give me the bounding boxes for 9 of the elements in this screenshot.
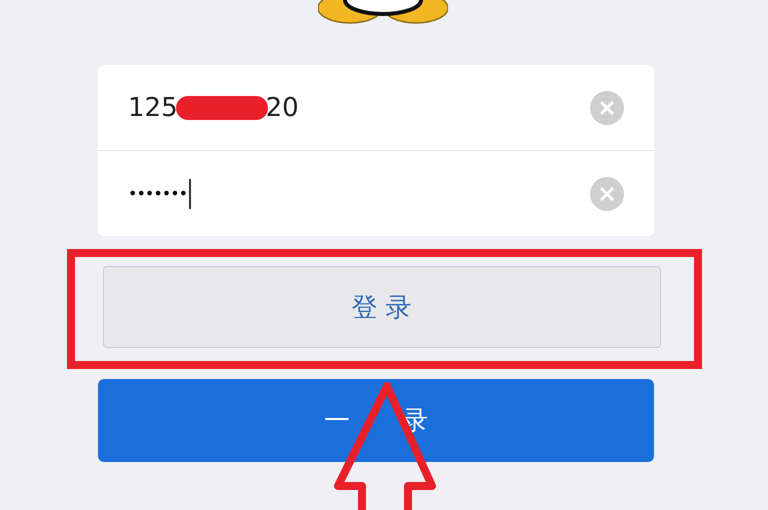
- clear-icon[interactable]: [590, 90, 624, 124]
- account-text-start: 125: [128, 92, 178, 122]
- penguin-feet-icon: [318, 0, 448, 26]
- password-field[interactable]: •••••••: [98, 151, 654, 236]
- password-dots: •••••••: [128, 184, 188, 203]
- account-field[interactable]: 125 20: [98, 65, 654, 150]
- login-button[interactable]: 登 录: [102, 266, 660, 348]
- clear-icon[interactable]: [590, 176, 624, 210]
- account-text-end: 20: [266, 92, 299, 122]
